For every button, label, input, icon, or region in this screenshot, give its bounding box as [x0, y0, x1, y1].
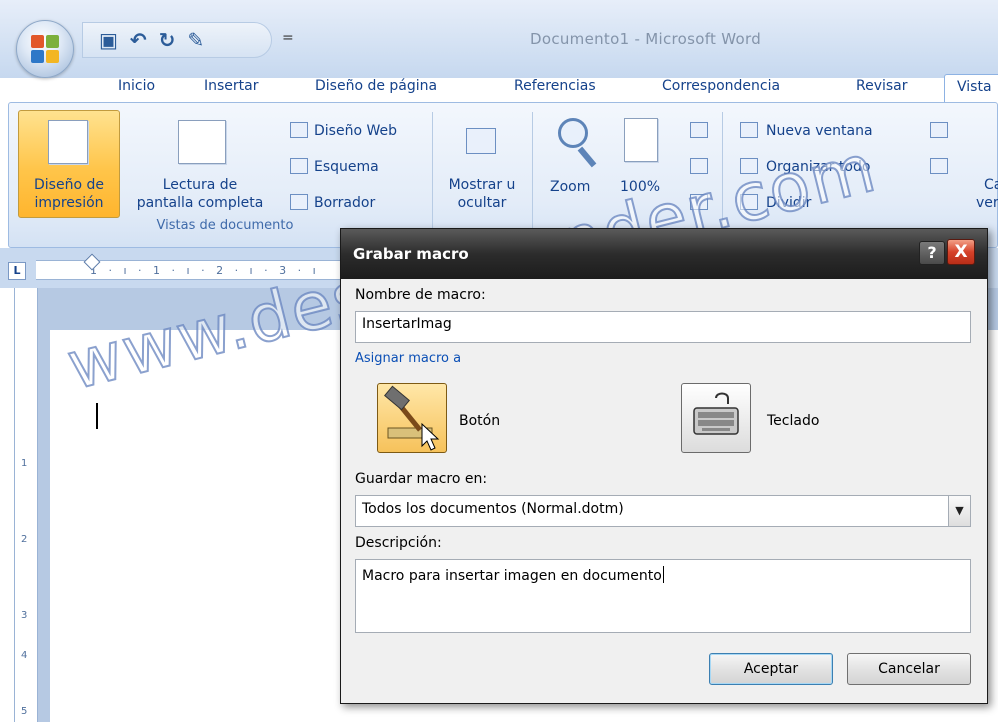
one-page-icon[interactable] [690, 122, 708, 138]
macro-name-label: Nombre de macro: [355, 287, 486, 303]
customize-qat-button[interactable]: = [282, 30, 294, 46]
word-window: ▣ ↶ ↻ ✎ = Documento1 - Microsoft Word In… [0, 0, 998, 722]
outline-icon [290, 158, 308, 174]
zoom-100-button[interactable]: 100% [620, 178, 660, 196]
text-caret [662, 566, 664, 583]
close-button[interactable]: X [947, 239, 975, 265]
window-title: Documento1 - Microsoft Word [530, 30, 762, 48]
side-by-side-icon[interactable] [930, 122, 948, 138]
two-pages-icon[interactable] [690, 158, 708, 174]
tab-diseno-pagina[interactable]: Diseño de página [315, 78, 437, 94]
sync-scroll-icon[interactable] [930, 158, 948, 174]
chevron-down-icon[interactable]: ▼ [948, 496, 970, 526]
page-width-icon[interactable] [690, 194, 708, 210]
outline-button[interactable]: Esquema [314, 158, 379, 176]
print-layout-line1: Diseño de [34, 177, 104, 193]
switch-windows-label-part: Ca [984, 177, 998, 193]
arrange-all-icon [740, 158, 758, 174]
v-ruler-mark: 5 [21, 706, 28, 717]
ribbon-separator [722, 112, 723, 236]
ribbon-tabs: Inicio Insertar Diseño de página Referen… [0, 74, 998, 104]
show-hide-icon [466, 128, 496, 154]
quick-access-toolbar: ▣ ↶ ↻ ✎ [82, 22, 272, 58]
zoom-100-icon [624, 118, 658, 162]
tab-vista[interactable]: Vista [944, 74, 998, 104]
tab-inicio[interactable]: Inicio [118, 78, 155, 94]
redo-icon[interactable]: ↻ [159, 30, 176, 50]
help-button[interactable]: ? [919, 241, 945, 265]
horizontal-ruler[interactable]: 1 · ı · 1 · ı · 2 · ı · 3 · ı [36, 260, 346, 280]
description-value: Macro para insertar imagen en documento [362, 568, 662, 584]
cancel-button[interactable]: Cancelar [847, 653, 971, 685]
assign-button-label: Botón [459, 413, 501, 429]
tab-insertar[interactable]: Insertar [204, 78, 259, 94]
store-macro-select[interactable]: Todos los documentos (Normal.dotm) ▼ [355, 495, 971, 527]
ok-button[interactable]: Aceptar [709, 653, 833, 685]
tab-referencias[interactable]: Referencias [514, 78, 596, 94]
dialog-body: Nombre de macro: InsertarImag Asignar ma… [341, 279, 987, 703]
full-screen-line2: pantalla completa [136, 195, 264, 211]
show-hide-line1: Mostrar u [448, 177, 516, 193]
format-painter-icon[interactable]: ✎ [187, 30, 204, 50]
v-ruler-mark: 2 [21, 534, 28, 545]
vertical-ruler[interactable]: 1 2 3 4 5 [14, 288, 38, 722]
web-layout-button[interactable]: Diseño Web [314, 122, 397, 140]
switch-windows-label-part2: ver [976, 195, 998, 211]
text-caret [96, 403, 98, 429]
ribbon-separator [532, 112, 533, 236]
office-button[interactable] [16, 20, 74, 78]
v-ruler-mark: 4 [21, 650, 28, 661]
assign-button-button[interactable] [377, 383, 447, 453]
web-layout-icon [290, 122, 308, 138]
print-layout-icon [48, 120, 88, 164]
draft-button[interactable]: Borrador [314, 194, 375, 212]
description-label: Descripción: [355, 535, 442, 551]
tab-revisar[interactable]: Revisar [856, 78, 908, 94]
hammer-icon [384, 385, 440, 451]
macro-name-input[interactable]: InsertarImag [355, 311, 971, 343]
group-label-document-views: Vistas de documento [156, 218, 294, 233]
assign-keyboard-label: Teclado [767, 413, 820, 429]
tab-selector[interactable]: L [8, 262, 26, 280]
print-layout-label: Diseño de impresión [18, 176, 120, 212]
store-macro-value: Todos los documentos (Normal.dotm) [362, 501, 624, 517]
full-screen-reading-icon [178, 120, 226, 164]
store-macro-label: Guardar macro en: [355, 471, 488, 487]
zoom-icon [558, 118, 588, 148]
split-icon [740, 194, 758, 210]
full-screen-line1: Lectura de [162, 177, 238, 193]
undo-icon[interactable]: ↶ [130, 30, 147, 50]
draft-icon [290, 194, 308, 210]
office-logo-icon [31, 35, 61, 65]
tab-correspondencia[interactable]: Correspondencia [662, 78, 780, 94]
keyboard-icon [693, 392, 739, 435]
split-button[interactable]: Dividir [766, 194, 811, 212]
dialog-titlebar: Grabar macro ? X [341, 229, 987, 279]
v-ruler-mark: 1 [21, 458, 28, 469]
arrange-all-button[interactable]: Organizar todo [766, 158, 870, 176]
save-icon[interactable]: ▣ [99, 30, 118, 50]
new-window-button[interactable]: Nueva ventana [766, 122, 873, 140]
show-hide-line2: ocultar [457, 195, 507, 211]
record-macro-dialog: Grabar macro ? X Nombre de macro: Insert… [340, 228, 988, 704]
print-layout-line2: impresión [34, 195, 104, 211]
zoom-button[interactable]: Zoom [550, 178, 590, 196]
full-screen-reading-button[interactable]: Lectura de pantalla completa [120, 176, 280, 212]
v-ruler-mark: 3 [21, 610, 28, 621]
description-textarea[interactable]: Macro para insertar imagen en documento [355, 559, 971, 633]
title-bar: ▣ ↶ ↻ ✎ = Documento1 - Microsoft Word [0, 0, 998, 78]
show-hide-button[interactable]: Mostrar u ocultar [436, 176, 528, 212]
new-window-icon [740, 122, 758, 138]
assign-macro-label: Asignar macro a [355, 351, 462, 366]
ribbon-separator [432, 112, 433, 236]
assign-keyboard-button[interactable] [681, 383, 751, 453]
dialog-title: Grabar macro [353, 245, 469, 263]
